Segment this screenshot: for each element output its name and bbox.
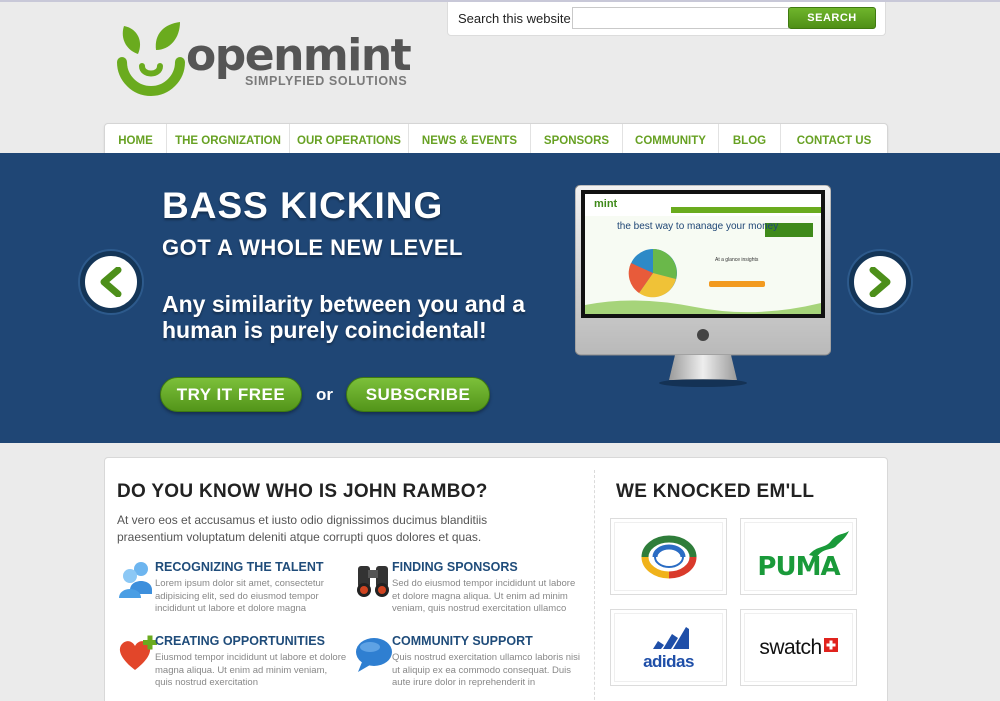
content-panel: DO YOU KNOW WHO IS JOHN RAMBO? At vero e… — [104, 457, 888, 701]
binoculars-icon — [354, 560, 396, 602]
speech-bubble-icon — [354, 634, 396, 676]
about-heading: DO YOU KNOW WHO IS JOHN RAMBO? — [117, 481, 488, 502]
feature-text: Eiusmod tempor incididunt ut labore et d… — [155, 652, 347, 688]
feature-title: RECOGNIZING THE TALENT — [155, 560, 324, 574]
feature-text: Sed do eiusmod tempor incididunt ut labo… — [392, 578, 576, 614]
chevron-left-icon — [100, 267, 122, 297]
screen-brand: mint — [594, 198, 618, 210]
adidas-logo-text: adidas — [643, 651, 694, 671]
imac-icon — [574, 184, 832, 387]
search-input[interactable] — [572, 7, 789, 29]
hero-tagline: Any similarity between you and a human i… — [162, 291, 525, 343]
screen-caption: At a glance insights — [715, 257, 759, 263]
swatch-logo-text: swatch — [759, 635, 822, 659]
logo-tagline: SIMPLYFIED SOLUTIONS — [245, 74, 408, 88]
ring-logo[interactable] — [610, 518, 727, 595]
ring-logo-icon — [641, 535, 696, 578]
hero-banner: BASS KICKING GOT A WHOLE NEW LEVEL Any s… — [0, 153, 1000, 443]
hero-subtitle: GOT A WHOLE NEW LEVEL — [162, 235, 463, 260]
search-button[interactable]: SEARCH — [788, 7, 876, 29]
monitor-image: mint the best way to manage your money A… — [574, 184, 832, 390]
site-logo[interactable]: openmint SIMPLYFIED SOLUTIONS — [116, 20, 416, 102]
heart-plus-icon — [117, 634, 159, 676]
subscribe-button[interactable]: SUBSCRIBE — [346, 377, 490, 412]
swiss-cross-icon — [823, 637, 838, 652]
search-box: Search this website SEARCH — [447, 2, 886, 36]
feature-title: CREATING OPPORTUNITIES — [155, 634, 325, 648]
slider-next-button[interactable] — [849, 251, 911, 313]
mint-leaf-icon — [117, 22, 185, 96]
content-divider — [594, 470, 595, 701]
about-intro: At vero eos et accusamus et iusto odio d… — [117, 513, 488, 544]
adidas-stripes-icon — [653, 627, 689, 649]
screen-headline: the best way to manage your money — [617, 221, 779, 232]
adidas-logo[interactable]: adidas — [610, 609, 727, 686]
feature-title: FINDING SPONSORS — [392, 560, 518, 574]
or-text: or — [316, 385, 333, 404]
logo-name: openmint — [186, 30, 412, 81]
search-label: Search this website — [458, 11, 571, 26]
hero-title: BASS KICKING — [162, 185, 444, 226]
slider-prev-button[interactable] — [80, 251, 142, 313]
try-it-free-button[interactable]: TRY IT FREE — [160, 377, 302, 412]
swatch-logo[interactable]: swatch — [740, 609, 857, 686]
feature-text: Lorem ipsum dolor sit amet, consectetur … — [155, 578, 324, 614]
people-icon — [117, 560, 159, 602]
puma-logo[interactable]: PUMA — [740, 518, 857, 595]
feature-title: COMMUNITY SUPPORT — [392, 634, 533, 648]
feature-text: Quis nostrud exercitation ullamco labori… — [392, 652, 580, 688]
sponsors-heading: WE KNOCKED EM'LL — [616, 481, 815, 502]
chevron-right-icon — [869, 267, 891, 297]
puma-cat-icon — [809, 531, 849, 557]
